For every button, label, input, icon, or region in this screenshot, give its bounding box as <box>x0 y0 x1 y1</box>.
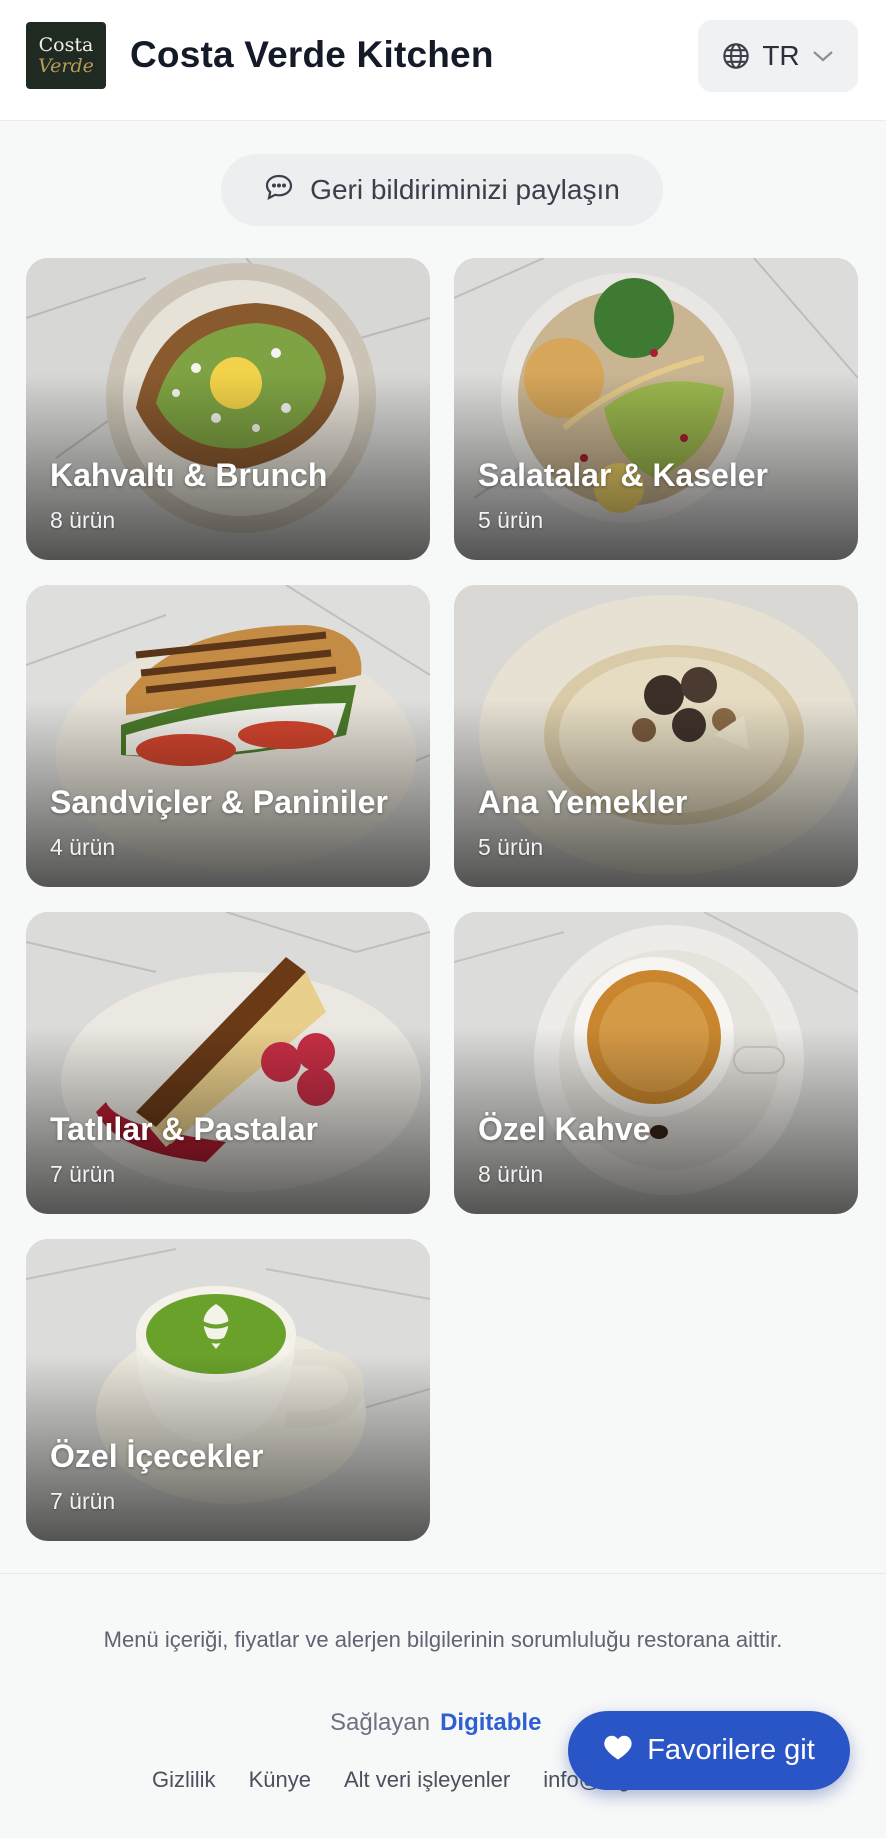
category-name: Ana Yemekler <box>478 784 688 820</box>
app-header: Costa Verde Costa Verde Kitchen TR <box>0 0 886 121</box>
category-count: 5 ürün <box>478 507 544 533</box>
language-code: TR <box>762 40 800 71</box>
category-name: Özel İçecekler <box>50 1438 264 1474</box>
imprint-link[interactable]: Künye <box>249 1767 311 1793</box>
category-count: 5 ürün <box>478 834 544 860</box>
category-count: 7 ürün <box>50 1161 116 1187</box>
category-name: Sandviçler & Paniniler <box>50 784 388 820</box>
category-count: 8 ürün <box>478 1161 544 1187</box>
favorites-label: Favorilere git <box>647 1734 815 1766</box>
provider-label: Sağlayan <box>330 1709 431 1736</box>
provider-credit: Sağlayan Digitable <box>330 1709 541 1737</box>
category-count: 8 ürün <box>50 507 116 533</box>
globe-icon <box>722 42 750 70</box>
chevron-down-icon <box>812 49 834 63</box>
footer-links: Gizlilik Künye Alt veri işleyenler info@… <box>152 1767 630 1793</box>
restaurant-title: Costa Verde Kitchen <box>130 34 494 75</box>
category-card-coffee[interactable]: Özel Kahve 8 ürün <box>454 912 858 1214</box>
category-card-salads[interactable]: Salatalar & Kaseler 5 ürün <box>454 258 858 560</box>
footer-divider <box>0 1573 886 1574</box>
feedback-button[interactable]: Geri bildiriminizi paylaşın <box>221 154 663 226</box>
category-name: Kahvaltı & Brunch <box>50 457 328 493</box>
feedback-label: Geri bildiriminizi paylaşın <box>310 174 620 205</box>
restaurant-logo[interactable]: Costa Verde <box>26 22 106 89</box>
logo-text-line1: Costa <box>38 33 94 56</box>
category-count: 7 ürün <box>50 1488 116 1514</box>
category-name: Salatalar & Kaseler <box>478 457 768 493</box>
category-name: Tatlılar & Pastalar <box>50 1111 318 1147</box>
category-card-main-courses[interactable]: Ana Yemekler 5 ürün <box>454 585 858 887</box>
go-to-favorites-button[interactable]: Favorilere git <box>568 1711 850 1790</box>
footer-disclaimer: Menü içeriği, fiyatlar ve alerjen bilgil… <box>103 1627 783 1652</box>
logo-text-line2: Verde <box>38 54 94 77</box>
category-name: Özel Kahve <box>478 1111 651 1147</box>
category-card-desserts[interactable]: Tatlılar & Pastalar 7 ürün <box>26 912 430 1214</box>
provider-link[interactable]: Digitable <box>440 1709 541 1736</box>
chat-bubble-icon <box>264 173 294 208</box>
category-count: 4 ürün <box>50 834 116 860</box>
privacy-link[interactable]: Gizlilik <box>152 1767 216 1793</box>
category-card-sandwiches[interactable]: Sandviçler & Paniniler 4 ürün <box>26 585 430 887</box>
language-selector[interactable]: TR <box>698 20 858 92</box>
category-card-drinks[interactable]: Özel İçecekler 7 ürün <box>26 1239 430 1541</box>
category-card-breakfast[interactable]: Kahvaltı & Brunch 8 ürün <box>26 258 430 560</box>
subprocessors-link[interactable]: Alt veri işleyenler <box>344 1767 510 1793</box>
heart-icon <box>603 1733 633 1769</box>
